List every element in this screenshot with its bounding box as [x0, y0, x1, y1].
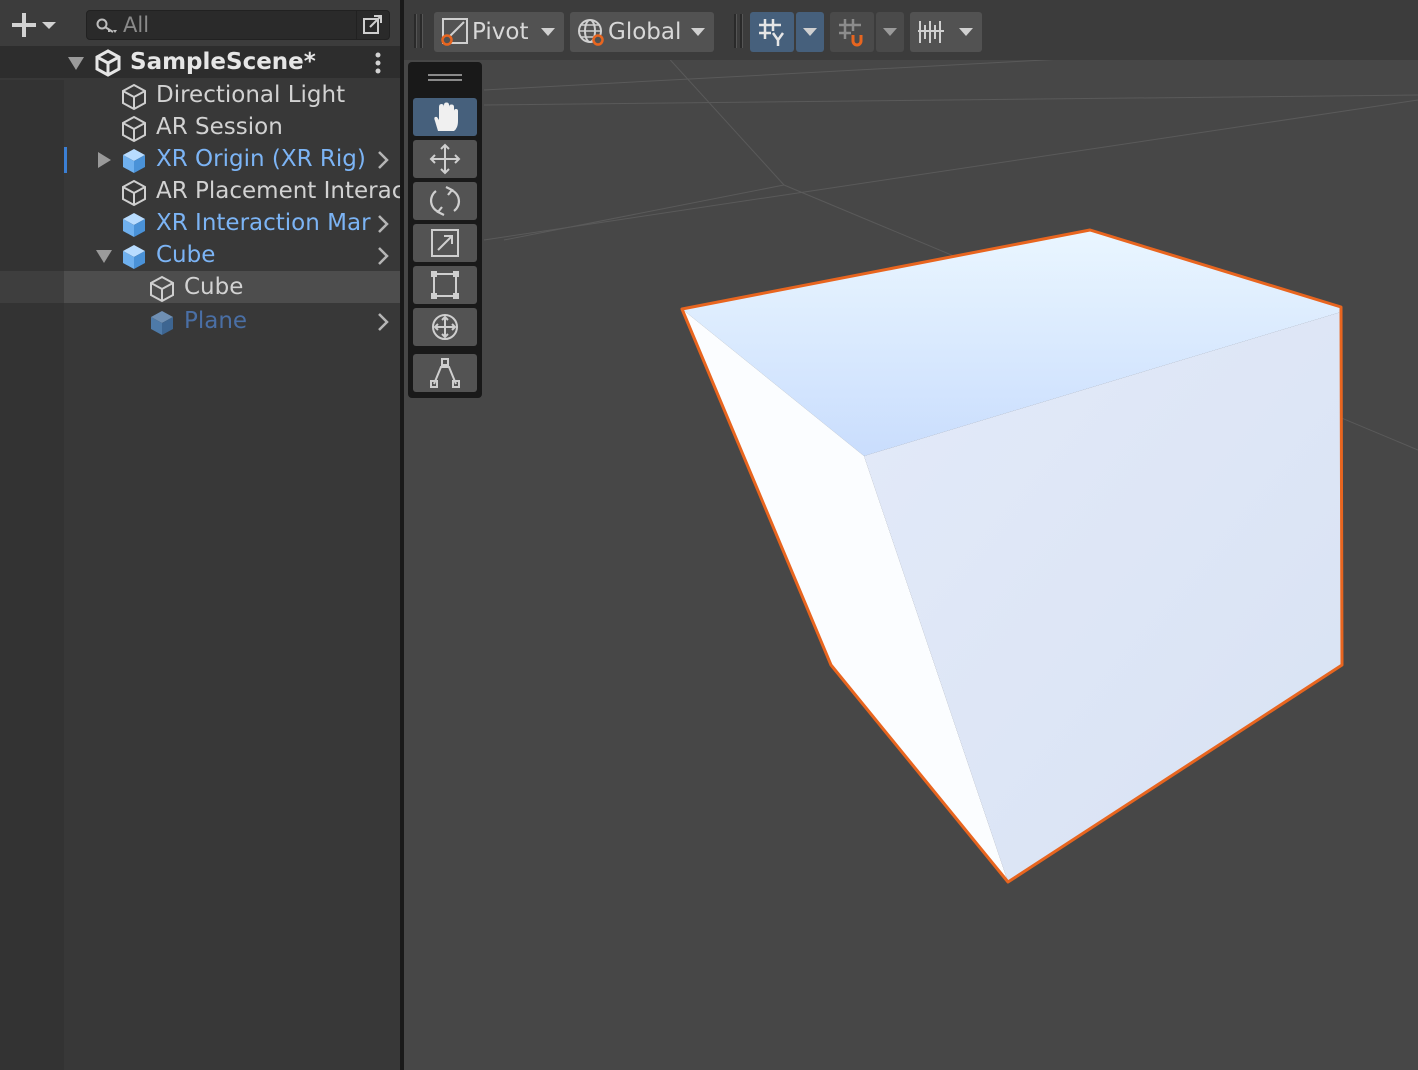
scene-name: SampleScene*: [130, 49, 316, 75]
list-item[interactable]: Cube: [0, 239, 400, 271]
toolbar-grip[interactable]: [740, 14, 743, 48]
item-label: XR Origin (XR Rig): [156, 146, 366, 172]
list-item-selected[interactable]: Cube: [0, 271, 400, 303]
increment-snap-toggle[interactable]: [830, 12, 874, 52]
scale-tool-button[interactable]: [413, 224, 477, 262]
list-item[interactable]: AR Session: [0, 111, 400, 143]
rect-tool-button[interactable]: [413, 266, 477, 304]
pivot-icon: [441, 18, 468, 46]
hierarchy-panel: SampleScene* Directional Light AR Sessio…: [0, 0, 400, 1070]
transform-icon: [432, 314, 458, 340]
move-tool-button[interactable]: [413, 140, 477, 178]
item-label: Directional Light: [156, 82, 346, 108]
toolbar-grip[interactable]: [420, 14, 423, 48]
gameobject-icon: [150, 275, 174, 303]
rotate-icon: [429, 186, 461, 216]
hand-icon: [434, 102, 458, 131]
bezier-path-icon: [430, 358, 460, 388]
scene-toolbar: Pivot Global: [404, 0, 1418, 60]
toolbar-grip[interactable]: [414, 14, 417, 48]
prefab-icon: [151, 311, 173, 335]
scene-view[interactable]: Pivot Global: [404, 0, 1418, 1070]
item-label: XR Interaction Mar: [156, 210, 371, 236]
caret-down-icon: [691, 28, 705, 36]
hierarchy-toolbar: [0, 0, 400, 47]
scene-viewport[interactable]: [404, 60, 1418, 1070]
overlay-grip-icon[interactable]: [428, 74, 462, 82]
transform-tool-button[interactable]: [413, 308, 477, 346]
global-label: Global: [608, 19, 682, 45]
grid-snap-menu[interactable]: [796, 12, 824, 52]
list-item[interactable]: XR Origin (XR Rig): [0, 143, 400, 175]
toolbar-grip[interactable]: [734, 14, 737, 48]
list-item[interactable]: XR Interaction Mar: [0, 207, 400, 239]
chevron-right-icon[interactable]: [376, 246, 390, 266]
rect-transform-icon: [431, 271, 459, 299]
increment-snap-menu[interactable]: [876, 12, 904, 52]
gameobject-icon: [122, 179, 146, 207]
list-item[interactable]: Directional Light: [0, 79, 400, 111]
scale-icon: [431, 229, 459, 257]
item-label: AR Session: [156, 114, 283, 140]
pivot-label: Pivot: [472, 19, 529, 45]
globe-icon: [578, 19, 604, 46]
move-arrows-icon: [429, 143, 461, 175]
caret-down-icon: [803, 28, 817, 36]
snap-magnet-icon: [839, 19, 863, 47]
caret-down-icon: [883, 28, 897, 36]
search-options-button[interactable]: [356, 11, 389, 39]
caret-down-icon: [959, 28, 973, 36]
hand-tool-button[interactable]: [413, 98, 477, 136]
item-label: Plane: [184, 308, 248, 334]
rotate-tool-button[interactable]: [413, 182, 477, 220]
unity-scene-icon: [95, 49, 121, 77]
custom-editor-tool-button[interactable]: [413, 354, 477, 392]
selected-cube[interactable]: [680, 228, 1344, 884]
prefab-icon: [123, 149, 145, 173]
chevron-right-icon[interactable]: [376, 150, 390, 170]
open-window-icon: [363, 15, 382, 34]
gameobject-icon: [122, 83, 146, 111]
collapse-arrow-icon[interactable]: [94, 247, 114, 265]
item-label: Cube: [184, 274, 244, 300]
list-item[interactable]: Plane: [0, 305, 400, 337]
gameobject-icon: [122, 115, 146, 143]
global-dropdown[interactable]: Global: [570, 12, 714, 52]
caret-down-icon: [42, 22, 56, 29]
item-label: Cube: [156, 242, 216, 268]
row-gutter: [0, 271, 64, 303]
prefab-icon: [123, 213, 145, 237]
expand-arrow-icon[interactable]: [96, 151, 112, 169]
ruler-icon: [918, 21, 944, 43]
pivot-dropdown[interactable]: Pivot: [434, 12, 564, 52]
search-box[interactable]: [86, 10, 390, 40]
grid-snap-toggle[interactable]: [750, 12, 794, 52]
chevron-right-icon[interactable]: [376, 214, 390, 234]
expand-arrow-icon[interactable]: [66, 54, 86, 72]
tools-overlay: [408, 62, 482, 398]
chevron-right-icon[interactable]: [376, 312, 390, 332]
list-item[interactable]: AR Placement Interac: [0, 175, 400, 207]
grid-y-icon: [759, 19, 785, 46]
create-button[interactable]: [10, 10, 66, 40]
more-options-icon[interactable]: [374, 52, 382, 74]
plus-icon: [12, 13, 36, 37]
ruler-dropdown[interactable]: [910, 12, 982, 52]
caret-down-icon: [541, 28, 555, 36]
prefab-icon: [123, 245, 145, 269]
search-icon: [96, 18, 117, 33]
scene-header-row[interactable]: SampleScene*: [0, 46, 400, 78]
item-label: AR Placement Interac: [156, 178, 400, 204]
search-input[interactable]: [123, 14, 353, 36]
